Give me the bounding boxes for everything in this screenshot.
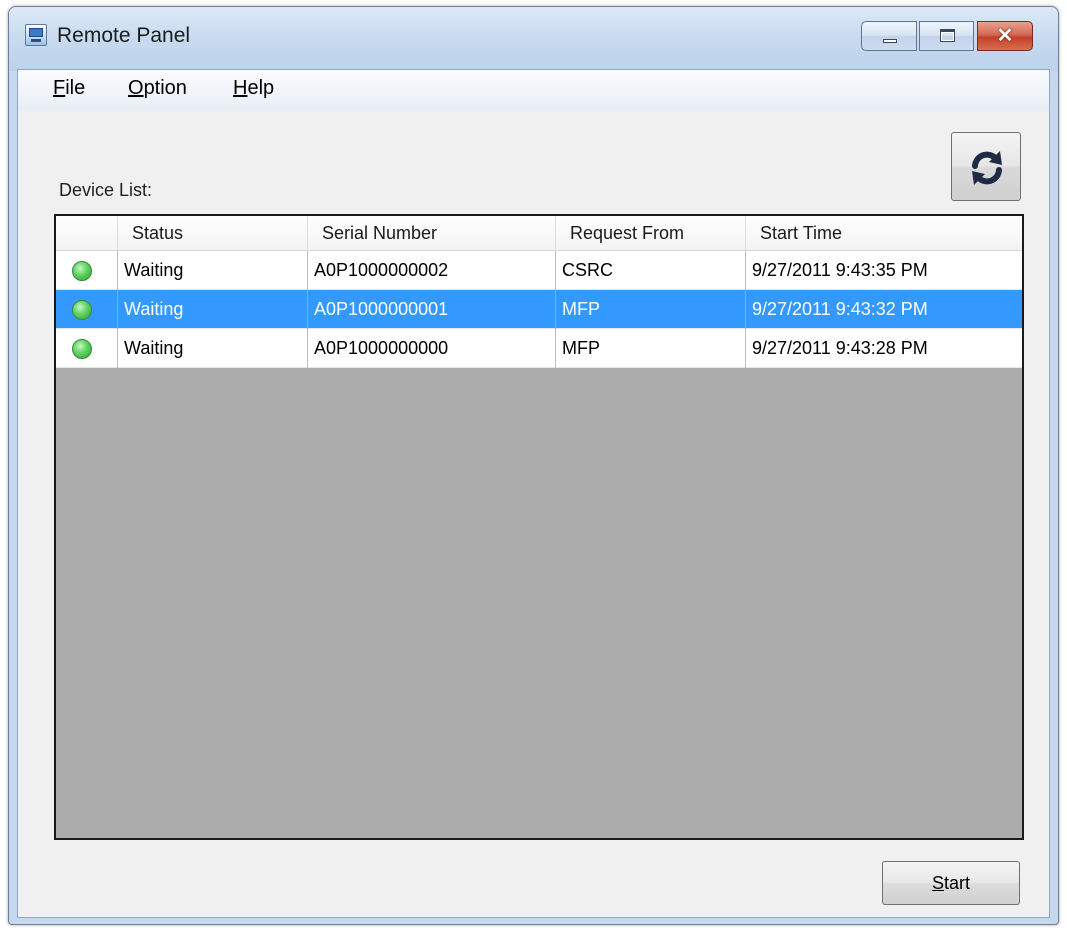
serial-number-cell: A0P1000000000 [308, 329, 556, 368]
menu-bar: File Option Help [18, 70, 1049, 110]
refresh-button[interactable] [951, 132, 1021, 201]
menu-file[interactable]: File [53, 77, 85, 100]
status-icon-cell [56, 329, 118, 368]
client-area: File Option Help Device List: Status Ser… [17, 69, 1050, 918]
request-from-cell: MFP [556, 329, 746, 368]
app-icon[interactable] [25, 24, 47, 46]
device-list-label: Device List: [59, 180, 153, 200]
column-header-status[interactable]: Status [118, 216, 308, 250]
maximize-button[interactable] [919, 21, 974, 51]
column-header-serial-number[interactable]: Serial Number [308, 216, 556, 250]
device-list-view[interactable]: Status Serial Number Request From Start … [54, 214, 1024, 840]
column-header-request-from[interactable]: Request From [556, 216, 746, 250]
column-header-icon[interactable] [56, 216, 118, 250]
serial-number-cell: A0P1000000002 [308, 251, 556, 290]
start-time-cell: 9/27/2011 9:43:32 PM [752, 299, 928, 319]
table-row[interactable]: Waiting A0P1000000000 MFP 9/27/2011 9:43… [56, 329, 1022, 368]
request-from-cell: CSRC [556, 251, 746, 290]
close-button[interactable]: ✕ [977, 21, 1033, 51]
close-icon: ✕ [996, 25, 1014, 47]
title-bar[interactable]: Remote Panel ✕ [9, 7, 1058, 71]
green-led-icon [72, 300, 92, 320]
serial-number-cell: A0P1000000001 [308, 290, 556, 329]
minimize-button[interactable] [861, 21, 917, 51]
table-row[interactable]: Waiting A0P1000000002 CSRC 9/27/2011 9:4… [56, 251, 1022, 290]
green-led-icon [72, 339, 92, 359]
window-title: Remote Panel [57, 24, 191, 47]
remote-panel-window: Remote Panel ✕ File Option Help Device L… [8, 6, 1059, 925]
status-icon-cell [56, 251, 118, 290]
start-button[interactable]: Start [882, 861, 1020, 905]
menu-option[interactable]: Option [128, 77, 187, 100]
status-cell: Waiting [118, 290, 308, 329]
status-cell: Waiting [118, 329, 308, 368]
start-time-cell: 9/27/2011 9:43:28 PM [752, 338, 928, 358]
column-header-start-time[interactable]: Start Time [746, 216, 1022, 250]
status-cell: Waiting [118, 251, 308, 290]
start-time-cell: 9/27/2011 9:43:35 PM [752, 260, 928, 280]
request-from-cell: MFP [556, 290, 746, 329]
refresh-icon [972, 151, 1002, 185]
status-icon-cell [56, 290, 118, 329]
maximize-icon [940, 29, 955, 42]
menu-help[interactable]: Help [233, 77, 274, 100]
green-led-icon [72, 261, 92, 281]
minimize-icon [883, 39, 897, 43]
list-header: Status Serial Number Request From Start … [56, 216, 1022, 251]
table-row[interactable]: Waiting A0P1000000001 MFP 9/27/2011 9:43… [56, 290, 1022, 329]
